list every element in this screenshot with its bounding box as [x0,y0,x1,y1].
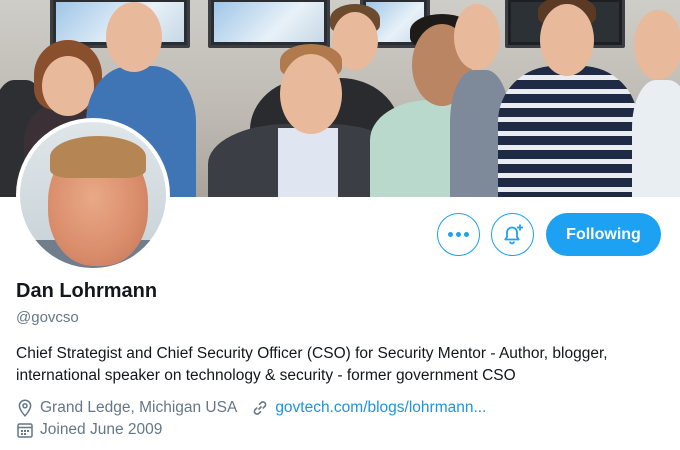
more-options-button[interactable] [437,213,480,256]
avatar-photo [20,122,166,268]
display-name: Dan Lohrmann [16,280,158,302]
profile-website-link[interactable]: govtech.com/blogs/lohrmann... [275,399,486,417]
profile-location: Grand Ledge, Michigan USA [40,399,238,416]
profile-avatar[interactable] [16,118,170,272]
profile-joined-date: Joined June 2009 [40,421,163,438]
more-horizontal-icon [448,232,469,237]
notifications-button[interactable] [491,213,534,256]
background-monitor [208,0,330,48]
following-button[interactable]: Following [546,213,661,256]
profile-bio: Chief Strategist and Chief Security Offi… [16,345,608,384]
bell-plus-icon [503,224,523,244]
user-handle: @govcso [16,309,79,326]
profile-joined-row: Joined June 2009 [16,421,162,439]
profile-meta-row: Grand Ledge, Michigan USA govtech.com/bl… [16,399,486,417]
calendar-icon [16,421,34,439]
location-pin-icon [16,399,34,417]
link-icon [251,399,269,417]
